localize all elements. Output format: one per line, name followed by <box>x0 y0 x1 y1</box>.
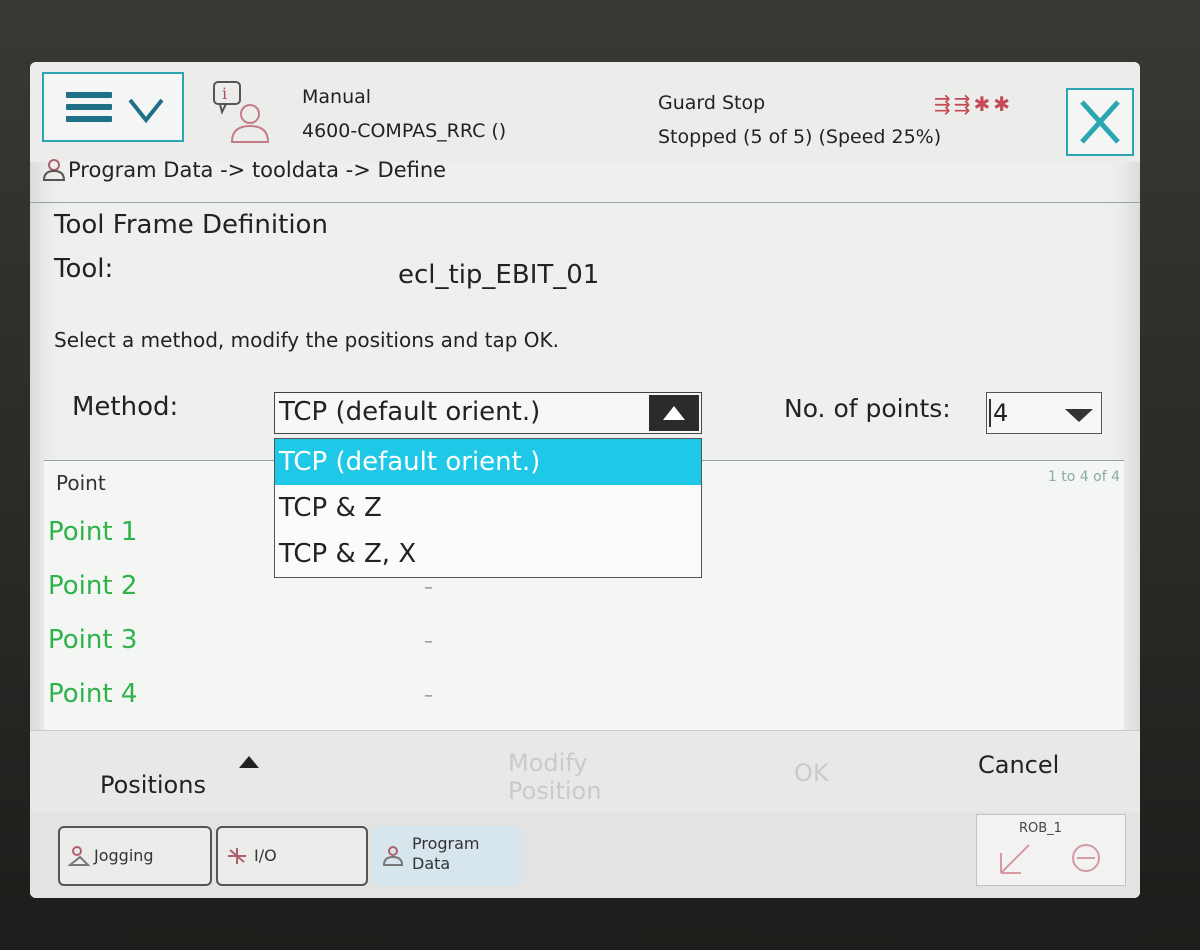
command-bar: Positions Modify Position OK Cancel <box>30 730 1140 813</box>
io-icon <box>228 848 246 864</box>
run-state-info: Guard Stop Stopped (5 of 5) (Speed 25%) <box>658 86 941 154</box>
points-count-label: No. of points: <box>784 394 951 423</box>
main-menu-button[interactable] <box>42 72 184 142</box>
method-dropdown-list: TCP (default orient.) TCP & Z TCP & Z, X <box>274 438 702 578</box>
grid-range-indicator: 1 to 4 of 4 <box>1047 469 1120 485</box>
operator-info-icon[interactable]: i <box>210 80 270 144</box>
close-button[interactable] <box>1066 88 1134 156</box>
task-io-label: I/O <box>254 846 277 865</box>
cancel-button[interactable]: Cancel <box>978 751 1059 779</box>
point-row-1[interactable]: Point 1 <box>48 517 137 547</box>
instruction-text: Select a method, modify the positions an… <box>54 328 559 352</box>
method-toggle-button[interactable] <box>649 395 699 431</box>
task-program-data-label: Program Data <box>412 834 480 873</box>
controller-info: Manual 4600-COMPAS_RRC () <box>302 80 506 148</box>
triangle-up-icon <box>663 406 685 420</box>
program-status: Stopped (5 of 5) (Speed 25%) <box>658 126 942 148</box>
operating-mode: Manual <box>302 86 372 108</box>
header-divider <box>30 202 1140 203</box>
chevron-down-icon <box>128 98 164 124</box>
method-selected-value: TCP (default orient.) <box>279 397 541 427</box>
modify-position-button[interactable]: Modify Position <box>508 749 618 805</box>
hamburger-icon <box>66 92 112 126</box>
method-option-tcp-z-x[interactable]: TCP & Z, X <box>275 531 701 577</box>
robot-unit-label: ROB_1 <box>1019 821 1062 836</box>
method-label: Method: <box>72 392 179 422</box>
grid-column-header: Point <box>56 471 106 495</box>
flexpendant-screen: i Manual 4600-COMPAS_RRC () Guard Stop S… <box>30 62 1140 898</box>
positions-menu-button[interactable]: Positions <box>100 771 206 799</box>
page-title: Tool Frame Definition <box>54 210 328 240</box>
svg-text:i: i <box>222 84 227 103</box>
quickset-robot-button[interactable]: ROB_1 <box>976 814 1126 886</box>
point-status-4: – <box>424 685 433 706</box>
incremental-mode-icon <box>1072 844 1100 872</box>
method-select[interactable]: TCP (default orient.) <box>274 392 702 434</box>
method-option-tcp-z[interactable]: TCP & Z <box>275 485 701 531</box>
ok-button[interactable]: OK <box>794 759 829 787</box>
close-icon <box>1080 100 1120 144</box>
task-jogging[interactable]: Jogging <box>58 826 212 886</box>
top-bar: i Manual 4600-COMPAS_RRC () Guard Stop S… <box>30 62 1140 182</box>
jogging-icon <box>68 846 90 866</box>
controller-name: 4600-COMPAS_RRC () <box>302 120 507 142</box>
point-status-2: – <box>424 577 433 598</box>
point-status-3: – <box>424 631 433 652</box>
tool-label: Tool: <box>54 254 114 284</box>
program-data-icon <box>42 159 66 181</box>
caret-up-icon <box>239 756 259 768</box>
taskbar: Jogging I/O Program Data ROB_1 <box>30 812 1140 898</box>
method-option-tcp-default[interactable]: TCP (default orient.) <box>275 439 701 485</box>
program-data-task-icon <box>382 846 404 866</box>
point-row-3[interactable]: Point 3 <box>48 625 137 655</box>
triangle-down-icon <box>1065 409 1093 422</box>
breadcrumb-text: Program Data -> tooldata -> Define <box>68 158 447 182</box>
task-jogging-label: Jogging <box>94 846 154 865</box>
points-count-select[interactable]: 4 <box>986 392 1102 434</box>
coordinate-axes-icon <box>1000 844 1030 874</box>
task-io[interactable]: I/O <box>216 826 368 886</box>
point-row-2[interactable]: Point 2 <box>48 571 137 601</box>
task-program-data[interactable]: Program Data <box>372 826 522 886</box>
breadcrumb: Program Data -> tooldata -> Define <box>40 158 446 182</box>
points-count-value: 4 <box>989 399 1008 427</box>
tool-name: ecl_tip_EBIT_01 <box>398 260 600 290</box>
motor-state: Guard Stop <box>658 92 766 114</box>
status-indicator-icons: ⇶⇶✱✱ <box>934 92 1014 116</box>
point-row-4[interactable]: Point 4 <box>48 679 137 709</box>
